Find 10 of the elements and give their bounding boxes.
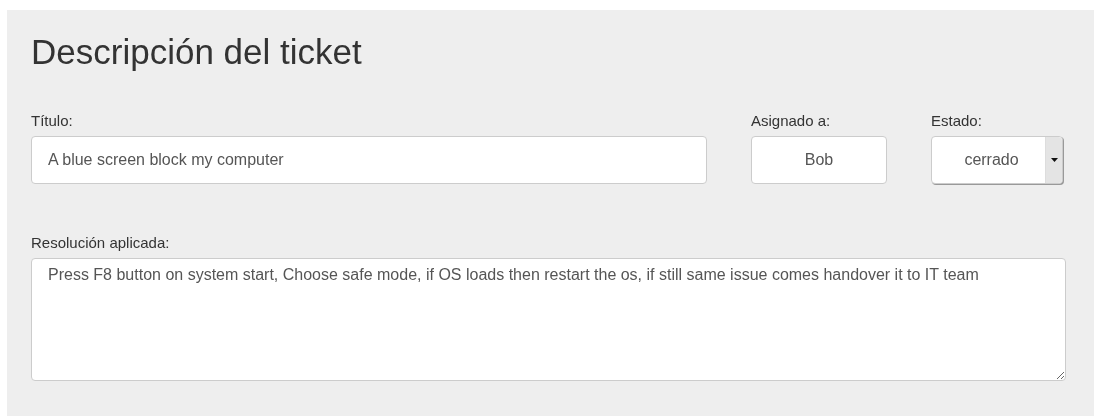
form-heading: Descripción del ticket	[31, 31, 362, 72]
field-label: Estado:	[931, 112, 982, 130]
field-label: Resolución aplicada:	[31, 234, 170, 252]
caret-icon	[1050, 158, 1058, 162]
select-field[interactable]: cerrado	[931, 136, 1063, 184]
input-field[interactable]: A blue screen block my computer	[31, 136, 707, 184]
field-label: Asignado a:	[751, 112, 831, 130]
input-field[interactable]: Bob	[751, 136, 887, 184]
field-label: Título:	[31, 112, 73, 130]
text-area[interactable]: Press F8 button on system start, Choose safe mode, if OS loads then restart the os, if still same issue comes handover it to IT team	[31, 258, 1066, 381]
